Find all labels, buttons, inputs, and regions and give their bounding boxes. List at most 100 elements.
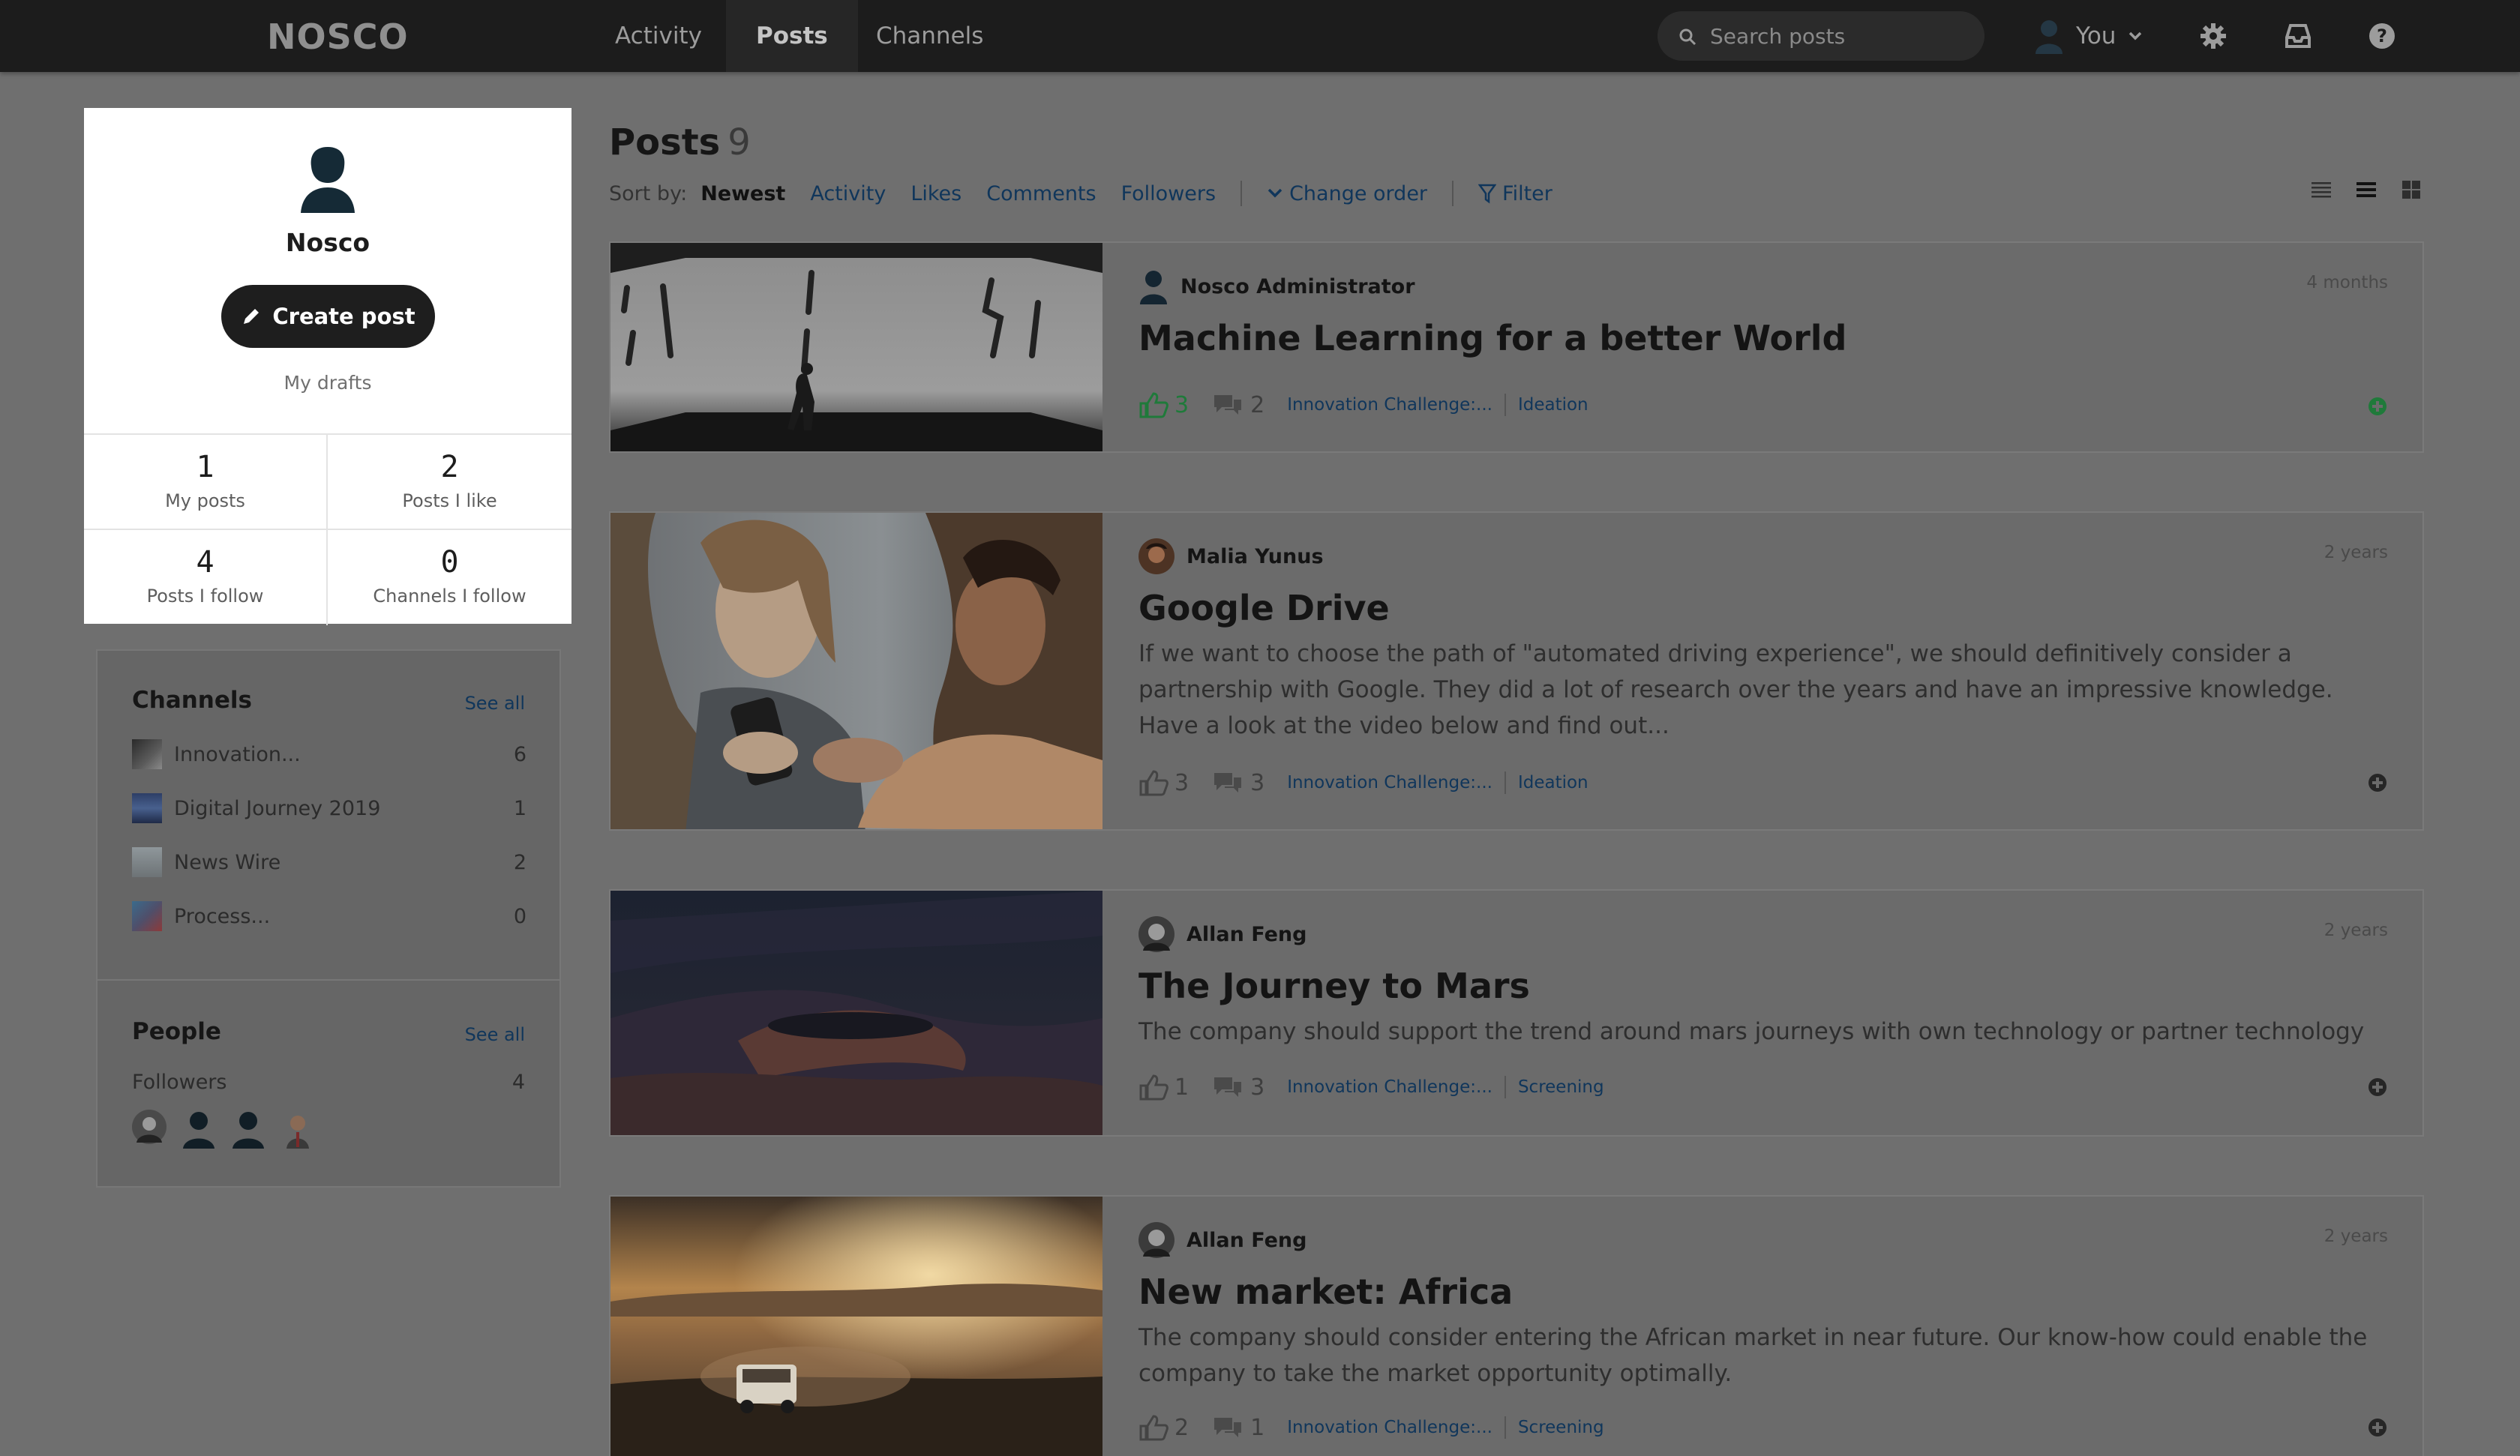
page-title: Posts 9 xyxy=(609,121,751,163)
pencil-icon xyxy=(244,309,260,324)
post-stage-tag[interactable]: Screening xyxy=(1518,1418,1604,1437)
post-author[interactable]: Allan Feng xyxy=(1138,916,1306,952)
post-excerpt: The company should support the trend aro… xyxy=(1138,1018,2365,1045)
stat-posts-i-like[interactable]: 2 Posts I like xyxy=(328,435,572,530)
post-title[interactable]: Machine Learning for a better World xyxy=(1138,318,1846,358)
follow-plus-icon[interactable] xyxy=(2367,396,2388,417)
channel-item[interactable]: News Wire 2 xyxy=(132,846,526,879)
my-drafts-link[interactable]: My drafts xyxy=(84,372,572,394)
filter-button[interactable]: Filter xyxy=(1478,182,1552,205)
follow-plus-icon[interactable] xyxy=(2367,1077,2388,1098)
profile-avatar-icon xyxy=(301,147,355,213)
compact-list-view-icon[interactable] xyxy=(2310,178,2332,201)
sort-likes[interactable]: Likes xyxy=(910,182,962,205)
follow-plus-icon[interactable] xyxy=(2367,1417,2388,1438)
stat-number: 0 xyxy=(440,545,459,580)
stat-label: Posts I follow xyxy=(146,586,264,607)
channel-item[interactable]: Digital Journey 2019 1 xyxy=(132,792,526,825)
post-title[interactable]: Google Drive xyxy=(1138,588,1390,628)
post-card[interactable]: Nosco Administrator 4 months Machine Lea… xyxy=(609,241,2424,453)
author-avatar-icon xyxy=(1138,538,1174,574)
channel-name: News Wire xyxy=(174,850,281,874)
post-stage-tag[interactable]: Screening xyxy=(1518,1077,1604,1097)
post-channel-tag[interactable]: Innovation Challenge:... xyxy=(1287,1077,1492,1097)
likes-count: 2 xyxy=(1174,1414,1190,1441)
comments-icon[interactable] xyxy=(1211,1074,1244,1100)
stat-channels-i-follow[interactable]: 0 Channels I follow xyxy=(328,530,572,625)
stat-my-posts[interactable]: 1 My posts xyxy=(84,435,328,530)
sort-comments[interactable]: Comments xyxy=(986,182,1096,205)
search-box xyxy=(1658,11,1984,61)
stat-label: Channels I follow xyxy=(373,586,526,607)
tag-separator xyxy=(1504,1076,1506,1098)
post-author[interactable]: Malia Yunus xyxy=(1138,538,1324,574)
user-avatar-icon xyxy=(2036,20,2062,54)
post-channel-tag[interactable]: Innovation Challenge:... xyxy=(1287,395,1492,415)
inbox-icon[interactable] xyxy=(2283,21,2313,51)
post-title[interactable]: New market: Africa xyxy=(1138,1272,1513,1312)
post-stage-tag[interactable]: Ideation xyxy=(1518,773,1588,792)
app-logo[interactable]: NOSCO xyxy=(267,16,409,57)
search-input[interactable] xyxy=(1710,11,1972,61)
post-title[interactable]: The Journey to Mars xyxy=(1138,966,1530,1006)
like-icon[interactable] xyxy=(1138,769,1168,796)
user-menu[interactable]: You xyxy=(2034,16,2143,55)
post-author[interactable]: Allan Feng xyxy=(1138,1222,1306,1258)
follow-plus-icon[interactable] xyxy=(2367,772,2388,793)
follower-avatar[interactable] xyxy=(231,1110,266,1149)
sort-newest[interactable]: Newest xyxy=(700,182,785,205)
likes-count: 1 xyxy=(1174,1074,1190,1101)
post-card[interactable]: Allan Feng 2 years The Journey to Mars T… xyxy=(609,889,2424,1137)
post-excerpt: The company should consider entering the… xyxy=(1138,1324,2368,1387)
follower-avatar[interactable] xyxy=(280,1110,315,1149)
channel-item[interactable]: Process... 0 xyxy=(132,900,526,933)
stat-posts-i-follow[interactable]: 4 Posts I follow xyxy=(84,530,328,625)
help-icon[interactable]: ? xyxy=(2367,21,2397,51)
gear-icon[interactable] xyxy=(2198,21,2228,51)
post-thumbnail xyxy=(610,243,1102,451)
tag-separator xyxy=(1504,771,1506,794)
list-view-icon[interactable] xyxy=(2355,178,2378,201)
channel-item[interactable]: Innovation... 6 xyxy=(132,738,526,771)
comments-icon[interactable] xyxy=(1211,392,1244,418)
post-author[interactable]: Nosco Administrator xyxy=(1138,268,1415,304)
post-card[interactable]: Allan Feng 2 years New market: Africa Th… xyxy=(609,1195,2424,1456)
follower-avatar[interactable] xyxy=(182,1110,216,1149)
post-author-name: Nosco Administrator xyxy=(1180,274,1415,298)
svg-text:?: ? xyxy=(2377,25,2387,46)
comments-count: 3 xyxy=(1250,1074,1265,1101)
profile-card: Nosco Create post My drafts 1 My posts 2… xyxy=(84,108,572,625)
post-meta: 3 3 Innovation Challenge:... Ideation xyxy=(1138,769,1588,796)
post-age: 4 months xyxy=(2306,273,2388,292)
like-icon[interactable] xyxy=(1138,1414,1168,1441)
follower-avatar[interactable] xyxy=(132,1110,166,1144)
sort-activity[interactable]: Activity xyxy=(810,182,886,205)
sort-followers[interactable]: Followers xyxy=(1121,182,1216,205)
page-title-text: Posts xyxy=(609,121,721,163)
post-excerpt: If we want to choose the path of "automa… xyxy=(1138,640,2333,739)
comments-icon[interactable] xyxy=(1211,1415,1244,1440)
post-meta: 3 2 Innovation Challenge:... Ideation xyxy=(1138,391,1588,418)
post-meta: 1 3 Innovation Challenge:... Screening xyxy=(1138,1074,1604,1101)
like-icon[interactable] xyxy=(1138,1074,1168,1101)
post-age: 2 years xyxy=(2324,543,2388,562)
channels-see-all-link[interactable]: See all xyxy=(465,693,525,714)
change-order-label: Change order xyxy=(1289,181,1428,205)
channel-count: 0 xyxy=(513,904,526,928)
like-icon[interactable] xyxy=(1138,391,1168,418)
nav-tab-activity[interactable]: Activity xyxy=(585,0,732,72)
search-icon xyxy=(1679,28,1696,46)
post-channel-tag[interactable]: Innovation Challenge:... xyxy=(1287,1418,1492,1437)
comments-count: 1 xyxy=(1250,1414,1265,1441)
post-stage-tag[interactable]: Ideation xyxy=(1518,395,1588,415)
nav-tab-posts[interactable]: Posts xyxy=(726,0,858,72)
create-post-button[interactable]: Create post xyxy=(221,285,435,348)
people-see-all-link[interactable]: See all xyxy=(465,1024,525,1045)
sort-separator xyxy=(1452,181,1454,206)
grid-view-icon[interactable] xyxy=(2400,178,2422,201)
post-channel-tag[interactable]: Innovation Challenge:... xyxy=(1287,773,1492,792)
change-order-button[interactable]: Change order xyxy=(1267,182,1427,205)
comments-icon[interactable] xyxy=(1211,770,1244,795)
post-card[interactable]: Malia Yunus 2 years Google Drive If we w… xyxy=(609,511,2424,831)
nav-tab-channels[interactable]: Channels xyxy=(846,0,1013,72)
